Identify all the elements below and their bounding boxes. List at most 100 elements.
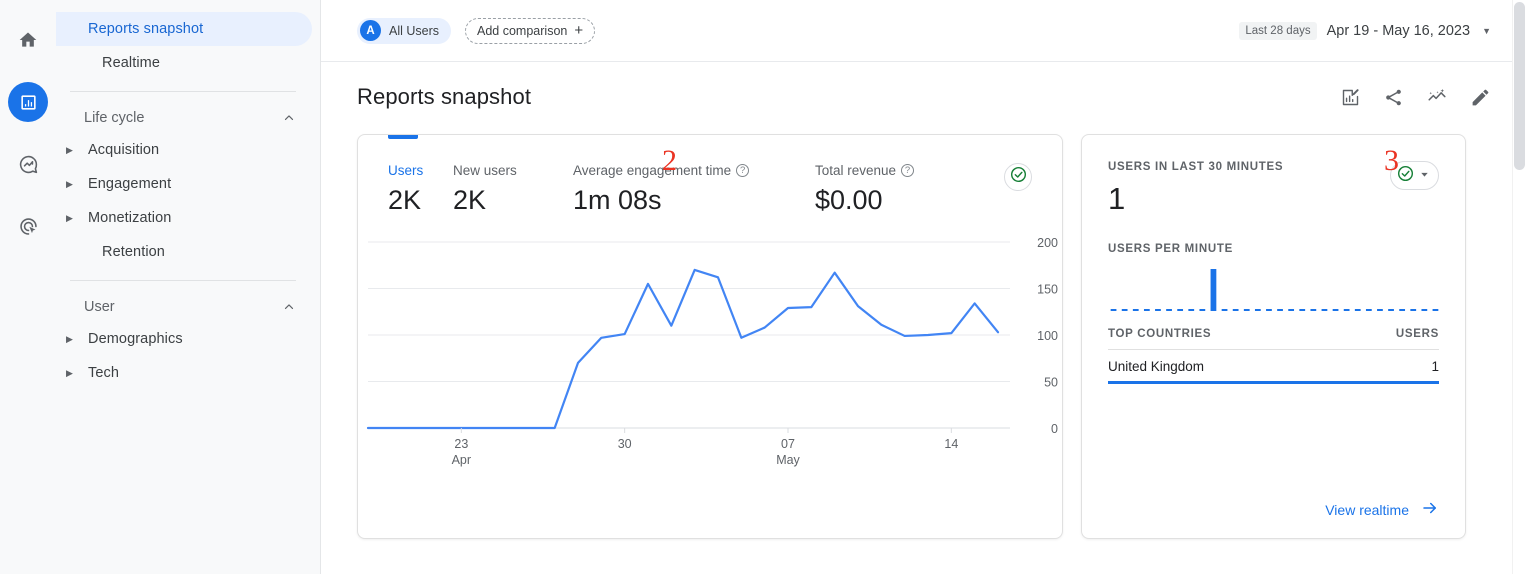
sidebar-item-label: Engagement [88, 176, 172, 192]
sidebar-item-label: Acquisition [88, 142, 160, 158]
sidebar-section-label: Life cycle [84, 110, 145, 126]
svg-text:14: 14 [944, 437, 958, 451]
sidebar-item-label: Demographics [88, 331, 183, 347]
sidebar-divider [70, 280, 296, 281]
sidebar-item-label: Reports snapshot [88, 21, 204, 37]
sparkline-svg [1110, 269, 1439, 311]
svg-text:150: 150 [1037, 283, 1058, 297]
audience-chip-all-users[interactable]: A All Users [357, 17, 452, 44]
users-line-chart[interactable]: 0 50 100 150 200 23 Apr 30 07 May 14 [358, 216, 1062, 480]
users-per-minute-sparkline [1108, 265, 1439, 322]
users-per-minute-label: USERS PER MINUTE [1108, 243, 1233, 255]
main-content: A All Users Add comparison + Last 28 day… [321, 0, 1527, 574]
icon-rail [0, 0, 56, 574]
svg-text:Apr: Apr [452, 453, 471, 467]
data-quality-status-button[interactable] [1004, 163, 1032, 191]
page-header: Reports snapshot [321, 62, 1527, 110]
chevron-up-icon [282, 111, 296, 125]
sidebar-item-engagement[interactable]: ▶ Engagement [56, 167, 312, 201]
explore-icon[interactable] [8, 144, 48, 184]
advertising-icon[interactable] [8, 206, 48, 246]
country-users: 1 [1431, 359, 1439, 374]
view-realtime-label: View realtime [1325, 501, 1409, 518]
caret-right-icon: ▶ [66, 333, 74, 344]
check-circle-icon [1009, 165, 1028, 189]
metric-summary-row: Users 2K New users 2K Average engagement… [358, 135, 1062, 216]
metric-label: Average engagement time [573, 163, 732, 178]
sidebar-item-monetization[interactable]: ▶ Monetization [56, 201, 312, 235]
svg-text:100: 100 [1037, 329, 1058, 343]
page-scrollbar[interactable] [1512, 0, 1527, 574]
chevron-up-icon [282, 300, 296, 314]
metric-label: New users [453, 163, 517, 178]
edit-icon[interactable] [1470, 87, 1491, 108]
date-range-picker[interactable]: Last 28 days Apr 19 - May 16, 2023 ▼ [1239, 21, 1491, 40]
add-comparison-button[interactable]: Add comparison + [465, 17, 596, 44]
caret-right-icon: ▶ [66, 144, 74, 155]
avatar: A [360, 20, 381, 41]
table-row[interactable]: United Kingdom 1 [1108, 350, 1439, 384]
view-realtime-link[interactable]: View realtime [1325, 499, 1439, 520]
share-icon[interactable] [1383, 87, 1404, 108]
realtime-overview-card: USERS IN LAST 30 MINUTES 1 USERS PER MIN… [1081, 134, 1466, 539]
home-icon[interactable] [8, 20, 48, 60]
reports-icon[interactable] [8, 82, 48, 122]
arrow-right-icon [1421, 499, 1439, 520]
realtime-users-value: 1 [1108, 181, 1126, 216]
caret-right-icon: ▶ [66, 178, 74, 189]
metric-label: Total revenue [815, 163, 897, 178]
sidebar-item-reports-snapshot[interactable]: Reports snapshot [56, 12, 312, 46]
column-header-metric: USERS [1395, 328, 1439, 340]
metric-users[interactable]: Users 2K [388, 163, 453, 216]
table-header-row: TOP COUNTRIES USERS [1108, 328, 1439, 350]
sidebar-item-label: Retention [102, 244, 165, 260]
analytics-app: Reports snapshot Realtime Life cycle ▶ A… [0, 0, 1527, 574]
chevron-down-icon: ▼ [1482, 25, 1491, 36]
date-range-badge: Last 28 days [1239, 21, 1317, 40]
svg-text:07: 07 [781, 437, 795, 451]
country-name: United Kingdom [1108, 359, 1205, 374]
metric-average-engagement-time[interactable]: Average engagement time ? 1m 08s [573, 163, 815, 216]
customize-report-icon[interactable] [1340, 87, 1361, 108]
date-range-text: Apr 19 - May 16, 2023 [1326, 22, 1471, 39]
page-actions [1340, 86, 1491, 108]
top-countries-table: TOP COUNTRIES USERS United Kingdom 1 [1108, 328, 1439, 384]
sidebar-section-label: User [84, 299, 115, 315]
check-circle-icon [1396, 164, 1415, 188]
caret-right-icon: ▶ [66, 212, 74, 223]
sidebar-item-tech[interactable]: ▶ Tech [56, 356, 312, 390]
sidebar-nav: Reports snapshot Realtime Life cycle ▶ A… [56, 0, 321, 574]
sidebar-item-demographics[interactable]: ▶ Demographics [56, 322, 312, 356]
metric-value: 2K [388, 185, 422, 215]
scrollbar-thumb[interactable] [1514, 2, 1525, 170]
metrics-overview-card: Users 2K New users 2K Average engagement… [357, 134, 1063, 539]
insights-icon[interactable] [1426, 86, 1448, 108]
sidebar-section-life-cycle[interactable]: Life cycle [56, 103, 320, 133]
metric-new-users[interactable]: New users 2K [453, 163, 573, 216]
help-icon[interactable]: ? [901, 164, 915, 177]
audience-chip-label: All Users [389, 23, 440, 38]
realtime-status-button[interactable] [1390, 161, 1439, 190]
sidebar-item-acquisition[interactable]: ▶ Acquisition [56, 133, 312, 167]
sidebar-section-user[interactable]: User [56, 292, 320, 322]
sidebar-item-realtime[interactable]: Realtime [56, 46, 312, 80]
metric-value: 2K [453, 185, 487, 215]
sidebar-item-label: Tech [88, 365, 120, 381]
help-icon[interactable]: ? [736, 164, 750, 177]
sidebar-item-retention[interactable]: Retention [56, 235, 312, 269]
svg-text:May: May [776, 453, 800, 467]
sidebar-divider [70, 91, 296, 92]
plus-icon: + [574, 22, 584, 39]
page-title: Reports snapshot [357, 84, 532, 109]
svg-text:23: 23 [454, 437, 468, 451]
sidebar-item-label: Monetization [88, 210, 172, 226]
metric-value: $0.00 [815, 185, 883, 215]
metric-total-revenue[interactable]: Total revenue ? $0.00 [815, 163, 915, 216]
svg-text:200: 200 [1037, 236, 1058, 250]
realtime-users-label: USERS IN LAST 30 MINUTES [1108, 161, 1284, 173]
svg-text:0: 0 [1051, 422, 1058, 436]
line-chart-svg: 0 50 100 150 200 23 Apr 30 07 May 14 [366, 236, 1058, 467]
caret-right-icon: ▶ [66, 367, 74, 378]
add-comparison-label: Add comparison [477, 23, 568, 38]
svg-text:30: 30 [618, 437, 632, 451]
